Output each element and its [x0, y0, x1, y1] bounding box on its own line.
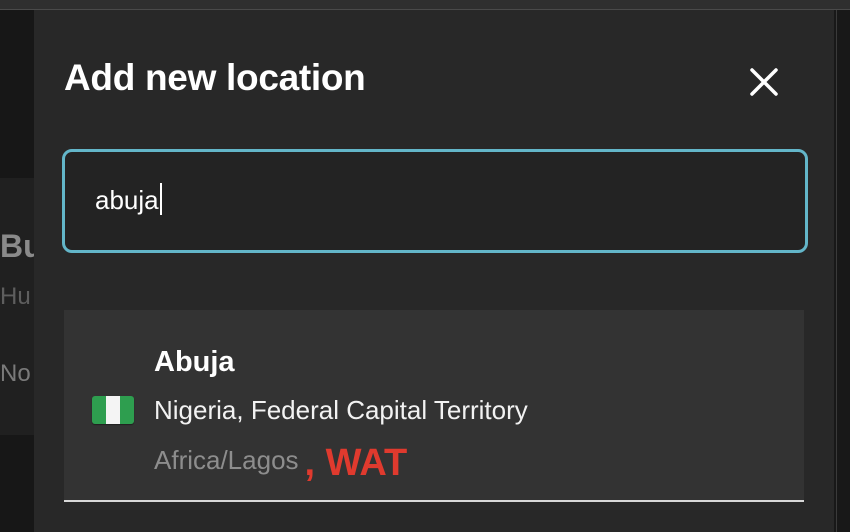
background-subtitle: Hu	[0, 283, 31, 310]
result-timezone-row: Africa/Lagos, WAT	[154, 436, 407, 484]
result-timezone: Africa/Lagos	[154, 445, 299, 475]
background-title: Bu	[0, 228, 34, 264]
close-button[interactable]	[744, 62, 784, 102]
background-panel	[0, 10, 34, 532]
search-field[interactable]	[62, 149, 808, 253]
nigeria-flag-icon	[92, 396, 134, 424]
top-window-bar	[0, 0, 850, 10]
text-caret	[159, 183, 162, 215]
scrollbar-edge	[836, 10, 837, 532]
add-location-dialog: Add new location Abuja Nigeria, Federal …	[34, 10, 834, 532]
background-note: No	[0, 360, 31, 387]
search-input[interactable]	[95, 178, 775, 222]
result-region: Nigeria, Federal Capital Territory	[154, 395, 528, 425]
background-right-edge	[834, 10, 850, 532]
dialog-title: Add new location	[64, 57, 366, 98]
result-city: Abuja	[154, 346, 235, 378]
result-timezone-abbreviation: , WAT	[304, 442, 408, 484]
location-result-item[interactable]: Abuja Nigeria, Federal Capital Territory…	[64, 310, 804, 502]
close-icon	[750, 68, 778, 96]
